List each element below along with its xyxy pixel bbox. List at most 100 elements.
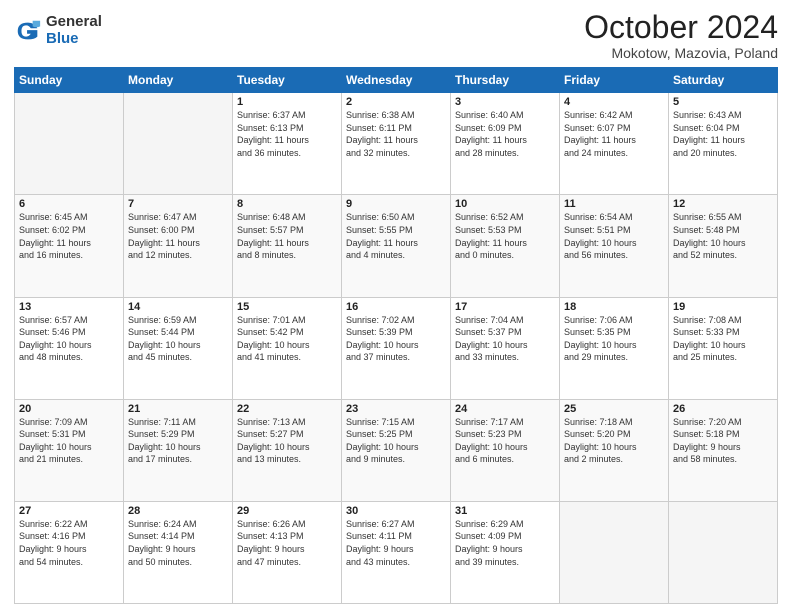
calendar-cell: 10Sunrise: 6:52 AMSunset: 5:53 PMDayligh… [451, 195, 560, 297]
day-number: 8 [237, 198, 337, 210]
calendar-cell: 12Sunrise: 6:55 AMSunset: 5:48 PMDayligh… [669, 195, 778, 297]
calendar-week-row: 6Sunrise: 6:45 AMSunset: 6:02 PMDaylight… [15, 195, 778, 297]
calendar-cell: 31Sunrise: 6:29 AMSunset: 4:09 PMDayligh… [451, 501, 560, 603]
col-wednesday: Wednesday [342, 68, 451, 93]
day-number: 2 [346, 96, 446, 108]
calendar-cell [15, 93, 124, 195]
calendar-cell: 9Sunrise: 6:50 AMSunset: 5:55 PMDaylight… [342, 195, 451, 297]
col-saturday: Saturday [669, 68, 778, 93]
calendar-cell: 4Sunrise: 6:42 AMSunset: 6:07 PMDaylight… [560, 93, 669, 195]
day-number: 30 [346, 505, 446, 517]
calendar-cell: 24Sunrise: 7:17 AMSunset: 5:23 PMDayligh… [451, 399, 560, 501]
day-number: 27 [19, 505, 119, 517]
day-info: Sunrise: 6:45 AMSunset: 6:02 PMDaylight:… [19, 211, 119, 261]
location: Mokotow, Mazovia, Poland [584, 45, 778, 61]
calendar-cell: 8Sunrise: 6:48 AMSunset: 5:57 PMDaylight… [233, 195, 342, 297]
month-title: October 2024 [584, 10, 778, 45]
day-number: 16 [346, 301, 446, 313]
day-number: 17 [455, 301, 555, 313]
calendar-week-row: 13Sunrise: 6:57 AMSunset: 5:46 PMDayligh… [15, 297, 778, 399]
page: General Blue October 2024 Mokotow, Mazov… [0, 0, 792, 612]
day-number: 3 [455, 96, 555, 108]
day-number: 18 [564, 301, 664, 313]
calendar-cell [669, 501, 778, 603]
col-sunday: Sunday [15, 68, 124, 93]
day-info: Sunrise: 7:02 AMSunset: 5:39 PMDaylight:… [346, 314, 446, 364]
day-number: 31 [455, 505, 555, 517]
calendar-cell: 23Sunrise: 7:15 AMSunset: 5:25 PMDayligh… [342, 399, 451, 501]
day-info: Sunrise: 7:11 AMSunset: 5:29 PMDaylight:… [128, 416, 228, 466]
calendar-cell: 22Sunrise: 7:13 AMSunset: 5:27 PMDayligh… [233, 399, 342, 501]
calendar-cell: 14Sunrise: 6:59 AMSunset: 5:44 PMDayligh… [124, 297, 233, 399]
logo: General Blue [14, 14, 102, 47]
calendar-cell: 7Sunrise: 6:47 AMSunset: 6:00 PMDaylight… [124, 195, 233, 297]
day-info: Sunrise: 6:38 AMSunset: 6:11 PMDaylight:… [346, 109, 446, 159]
day-info: Sunrise: 7:17 AMSunset: 5:23 PMDaylight:… [455, 416, 555, 466]
calendar-cell: 6Sunrise: 6:45 AMSunset: 6:02 PMDaylight… [15, 195, 124, 297]
col-thursday: Thursday [451, 68, 560, 93]
day-info: Sunrise: 6:57 AMSunset: 5:46 PMDaylight:… [19, 314, 119, 364]
day-info: Sunrise: 7:18 AMSunset: 5:20 PMDaylight:… [564, 416, 664, 466]
calendar-cell: 19Sunrise: 7:08 AMSunset: 5:33 PMDayligh… [669, 297, 778, 399]
day-number: 12 [673, 198, 773, 210]
day-info: Sunrise: 6:47 AMSunset: 6:00 PMDaylight:… [128, 211, 228, 261]
day-info: Sunrise: 7:09 AMSunset: 5:31 PMDaylight:… [19, 416, 119, 466]
day-info: Sunrise: 7:08 AMSunset: 5:33 PMDaylight:… [673, 314, 773, 364]
calendar-week-row: 27Sunrise: 6:22 AMSunset: 4:16 PMDayligh… [15, 501, 778, 603]
logo-general: General [46, 14, 102, 31]
weekday-header-row: Sunday Monday Tuesday Wednesday Thursday… [15, 68, 778, 93]
day-info: Sunrise: 7:13 AMSunset: 5:27 PMDaylight:… [237, 416, 337, 466]
logo-icon [14, 17, 42, 45]
day-info: Sunrise: 6:29 AMSunset: 4:09 PMDaylight:… [455, 518, 555, 568]
day-number: 26 [673, 403, 773, 415]
day-number: 13 [19, 301, 119, 313]
day-number: 29 [237, 505, 337, 517]
day-number: 21 [128, 403, 228, 415]
day-info: Sunrise: 7:04 AMSunset: 5:37 PMDaylight:… [455, 314, 555, 364]
day-number: 14 [128, 301, 228, 313]
day-number: 24 [455, 403, 555, 415]
calendar-cell: 11Sunrise: 6:54 AMSunset: 5:51 PMDayligh… [560, 195, 669, 297]
calendar-cell: 25Sunrise: 7:18 AMSunset: 5:20 PMDayligh… [560, 399, 669, 501]
day-number: 15 [237, 301, 337, 313]
calendar-cell: 30Sunrise: 6:27 AMSunset: 4:11 PMDayligh… [342, 501, 451, 603]
calendar-week-row: 1Sunrise: 6:37 AMSunset: 6:13 PMDaylight… [15, 93, 778, 195]
day-info: Sunrise: 6:37 AMSunset: 6:13 PMDaylight:… [237, 109, 337, 159]
day-number: 19 [673, 301, 773, 313]
calendar-cell: 20Sunrise: 7:09 AMSunset: 5:31 PMDayligh… [15, 399, 124, 501]
day-info: Sunrise: 6:27 AMSunset: 4:11 PMDaylight:… [346, 518, 446, 568]
day-number: 20 [19, 403, 119, 415]
day-info: Sunrise: 7:20 AMSunset: 5:18 PMDaylight:… [673, 416, 773, 466]
day-info: Sunrise: 7:01 AMSunset: 5:42 PMDaylight:… [237, 314, 337, 364]
day-number: 1 [237, 96, 337, 108]
day-number: 25 [564, 403, 664, 415]
calendar-cell: 27Sunrise: 6:22 AMSunset: 4:16 PMDayligh… [15, 501, 124, 603]
calendar-cell: 13Sunrise: 6:57 AMSunset: 5:46 PMDayligh… [15, 297, 124, 399]
calendar-week-row: 20Sunrise: 7:09 AMSunset: 5:31 PMDayligh… [15, 399, 778, 501]
calendar-cell: 17Sunrise: 7:04 AMSunset: 5:37 PMDayligh… [451, 297, 560, 399]
day-info: Sunrise: 6:55 AMSunset: 5:48 PMDaylight:… [673, 211, 773, 261]
day-number: 22 [237, 403, 337, 415]
day-number: 11 [564, 198, 664, 210]
day-number: 23 [346, 403, 446, 415]
calendar-cell: 3Sunrise: 6:40 AMSunset: 6:09 PMDaylight… [451, 93, 560, 195]
day-number: 9 [346, 198, 446, 210]
calendar-cell: 21Sunrise: 7:11 AMSunset: 5:29 PMDayligh… [124, 399, 233, 501]
calendar-cell [124, 93, 233, 195]
day-number: 6 [19, 198, 119, 210]
day-number: 28 [128, 505, 228, 517]
calendar-cell: 28Sunrise: 6:24 AMSunset: 4:14 PMDayligh… [124, 501, 233, 603]
calendar: Sunday Monday Tuesday Wednesday Thursday… [14, 67, 778, 604]
day-info: Sunrise: 6:50 AMSunset: 5:55 PMDaylight:… [346, 211, 446, 261]
day-info: Sunrise: 7:06 AMSunset: 5:35 PMDaylight:… [564, 314, 664, 364]
day-number: 5 [673, 96, 773, 108]
logo-blue: Blue [46, 31, 102, 48]
title-block: October 2024 Mokotow, Mazovia, Poland [584, 10, 778, 61]
day-info: Sunrise: 6:52 AMSunset: 5:53 PMDaylight:… [455, 211, 555, 261]
calendar-cell: 2Sunrise: 6:38 AMSunset: 6:11 PMDaylight… [342, 93, 451, 195]
header: General Blue October 2024 Mokotow, Mazov… [14, 10, 778, 61]
col-monday: Monday [124, 68, 233, 93]
day-info: Sunrise: 6:26 AMSunset: 4:13 PMDaylight:… [237, 518, 337, 568]
calendar-cell: 26Sunrise: 7:20 AMSunset: 5:18 PMDayligh… [669, 399, 778, 501]
calendar-cell: 18Sunrise: 7:06 AMSunset: 5:35 PMDayligh… [560, 297, 669, 399]
